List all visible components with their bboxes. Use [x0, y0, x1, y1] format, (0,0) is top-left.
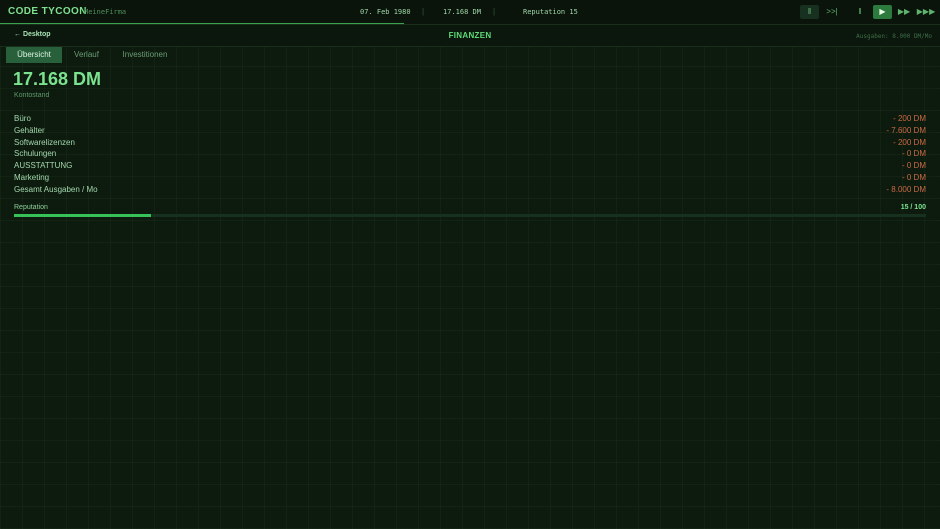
time-progress-line — [0, 23, 404, 24]
sub-header: ← Desktop FINANZEN Ausgaben: 8.000 DM/Mo — [0, 25, 940, 47]
expense-row: Marketing - 0 DM — [14, 173, 926, 184]
skip-button[interactable]: >>| — [823, 5, 841, 19]
expense-label: AUSSTATTUNG — [14, 161, 73, 170]
expense-total-value: - 8.000 DM — [886, 185, 926, 194]
tab-overview[interactable]: Übersicht — [6, 47, 62, 63]
separator: | — [493, 7, 496, 16]
expense-value: - 200 DM — [893, 138, 926, 147]
top-balance: 17.168 DM — [443, 8, 481, 16]
reputation-label: Reputation — [14, 204, 48, 211]
expense-value: - 0 DM — [902, 173, 926, 182]
expense-label: Schulungen — [14, 149, 57, 158]
account-balance: 17.168 DM — [13, 69, 102, 89]
reputation-bar-fill — [14, 214, 151, 217]
expense-value: - 7.600 DM — [886, 126, 926, 135]
page-title: FINANZEN — [448, 31, 492, 40]
expense-total-row: Gesamt Ausgaben / Mo - 8.000 DM — [14, 185, 926, 196]
expense-total-label: Gesamt Ausgaben / Mo — [14, 185, 98, 194]
pause-menu-button[interactable]: ‖ — [800, 5, 819, 19]
expense-row: Büro - 200 DM — [14, 114, 926, 125]
separator: | — [422, 7, 425, 16]
fast-forward-button[interactable]: ▶▶ — [895, 5, 913, 19]
expense-value: - 0 DM — [902, 161, 926, 170]
fastest-button[interactable]: ▶▶▶ — [915, 5, 937, 19]
pause-button[interactable]: ‖ — [852, 5, 868, 19]
top-bar: CODE TYCOON MeineFirma 07. Feb 1980 | 17… — [0, 0, 940, 25]
reputation-value: 15 / 100 — [900, 204, 926, 211]
expense-label: Gehälter — [14, 126, 45, 135]
tab-history[interactable]: Verlauf — [64, 47, 109, 63]
expense-label: Softwarelizenzen — [14, 138, 75, 147]
play-button[interactable]: ▶ — [873, 5, 892, 19]
game-logo: CODE TYCOON — [8, 6, 87, 17]
expense-row: AUSSTATTUNG - 0 DM — [14, 161, 926, 172]
expense-row: Softwarelizenzen - 200 DM — [14, 138, 926, 149]
expense-label: Büro — [14, 114, 31, 123]
tab-investments[interactable]: Investitionen — [112, 47, 178, 63]
expense-row: Gehälter - 7.600 DM — [14, 126, 926, 137]
company-name: MeineFirma — [84, 8, 127, 16]
top-reputation: Reputation 15 — [523, 8, 578, 16]
reputation-bar — [14, 214, 926, 217]
account-balance-label: Kontostand — [14, 92, 50, 99]
expense-value: - 200 DM — [893, 114, 926, 123]
game-date: 07. Feb 1980 — [360, 8, 411, 16]
monthly-spend: Ausgaben: 8.000 DM/Mo — [856, 33, 932, 40]
expense-value: - 0 DM — [902, 149, 926, 158]
expense-row: Schulungen - 0 DM — [14, 149, 926, 160]
expense-label: Marketing — [14, 173, 50, 182]
